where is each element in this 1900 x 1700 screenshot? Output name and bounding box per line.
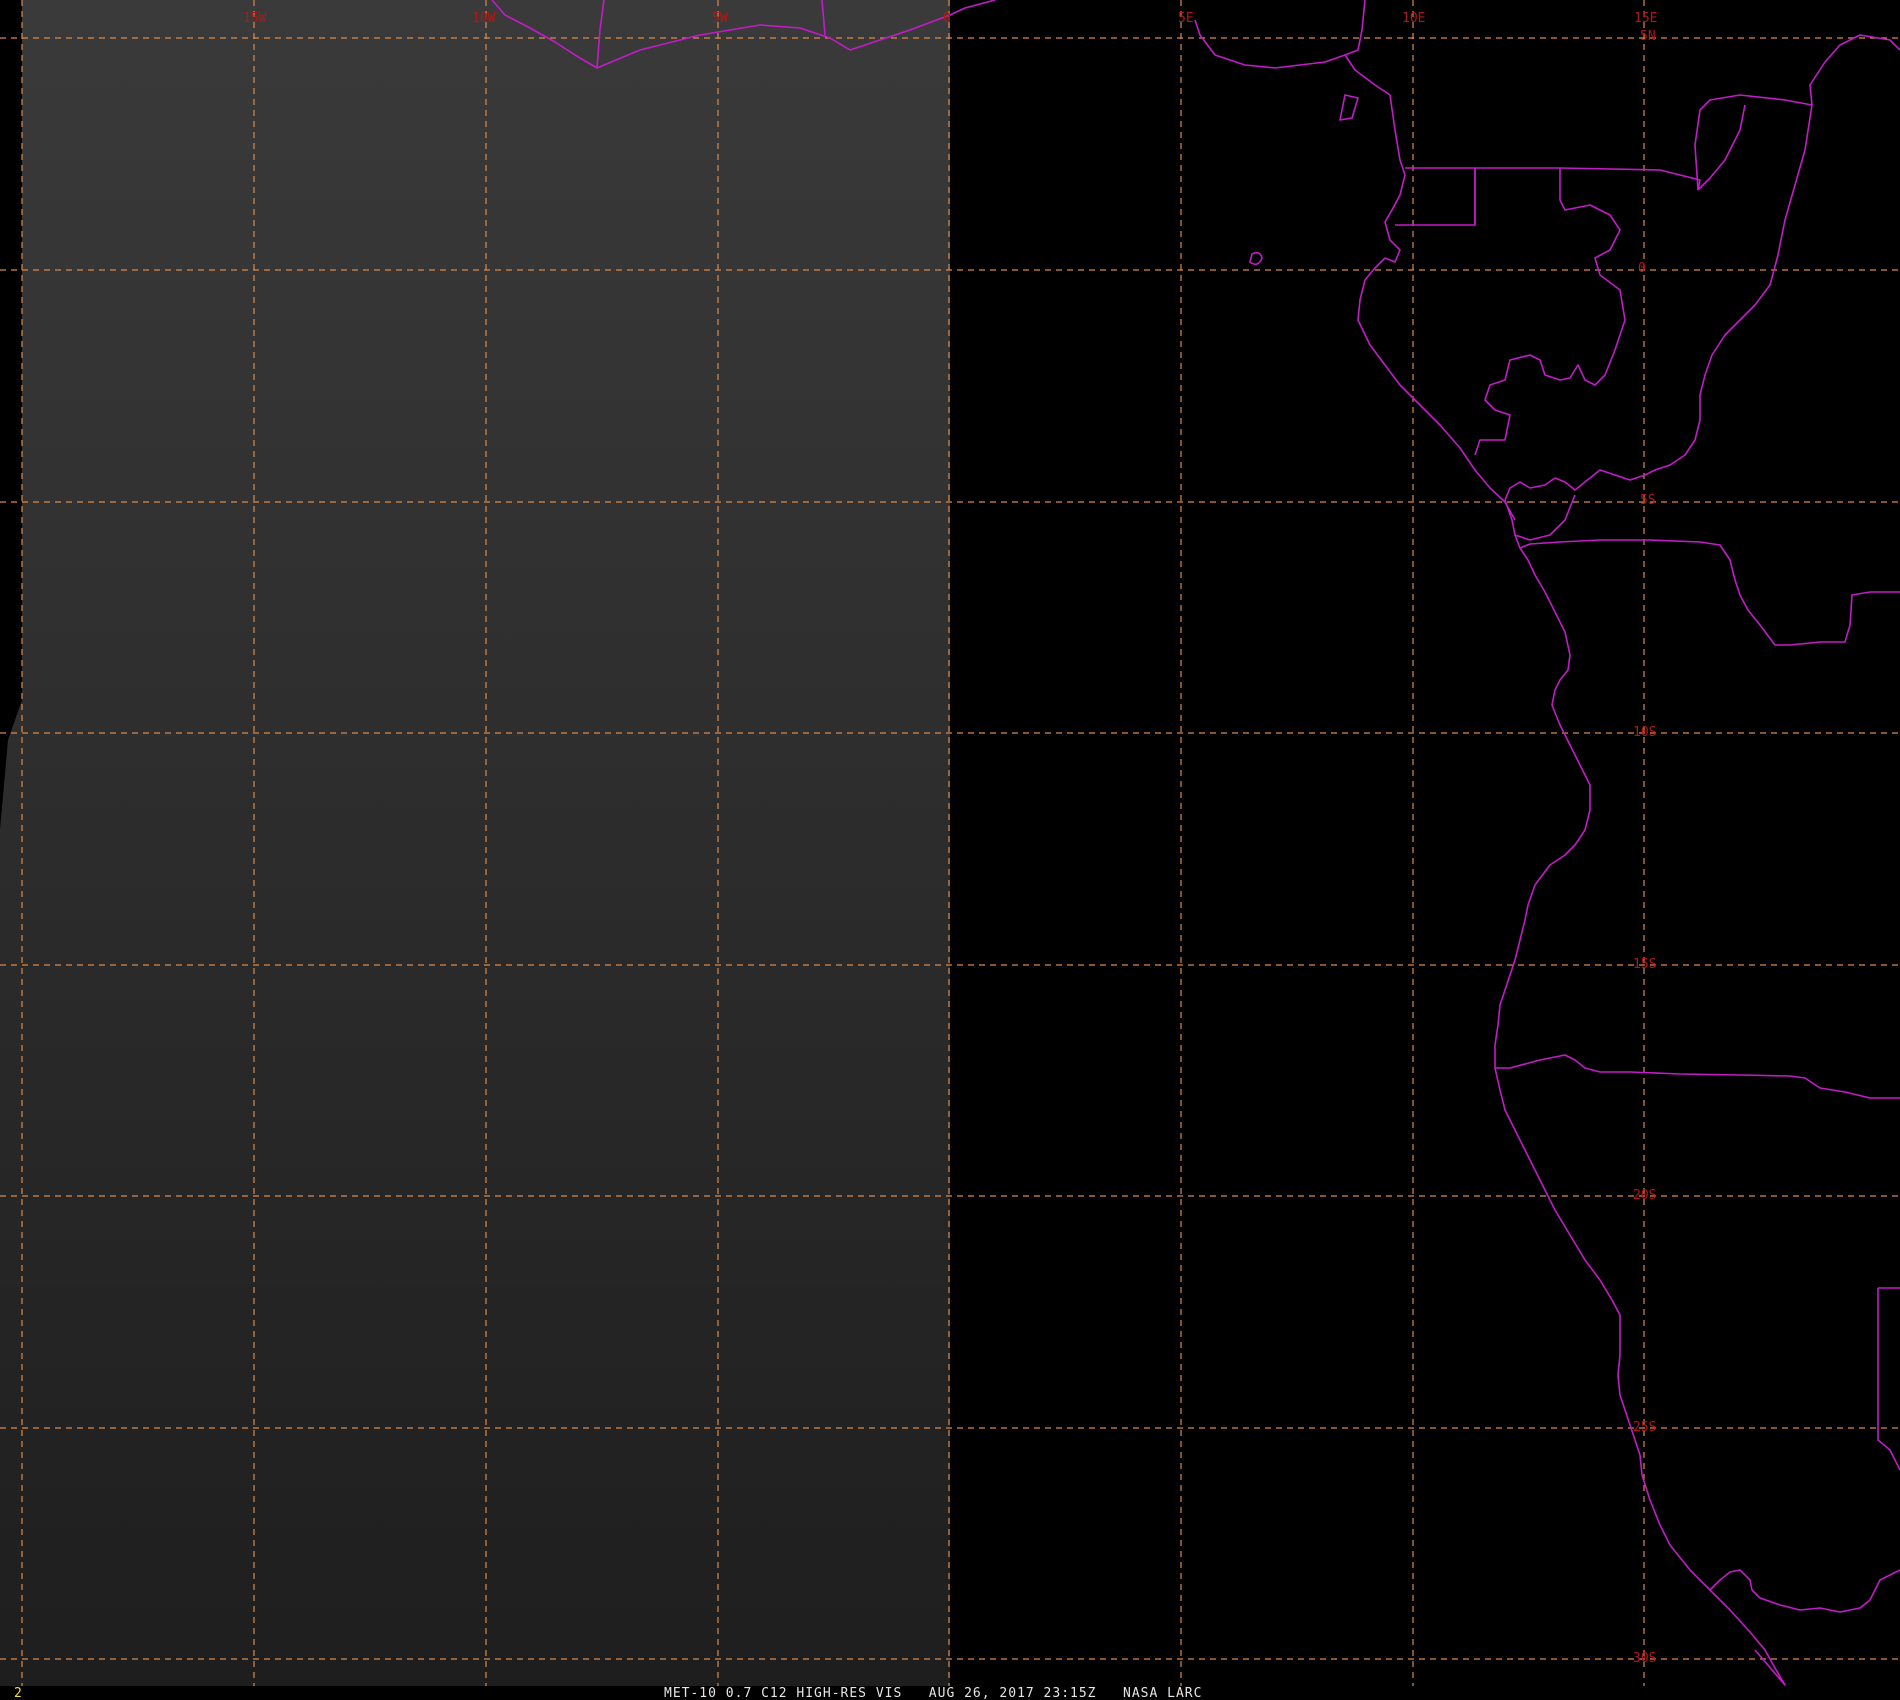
lat-label-10s: 10S [1633,725,1656,740]
angola-drc-border [1519,539,1900,646]
lat-label-0: 0 [1638,261,1646,276]
lon-label-5e: 5E [1178,11,1194,26]
lon-label-10w: 10W [472,11,496,26]
lon-label-5w: 5W [712,11,728,26]
congo-north-border [1559,167,1701,191]
sao-tome-island [1249,251,1263,266]
cameroon-car-border [1697,104,1746,191]
orange-river-border [1709,1569,1900,1613]
lon-label-15e: 15E [1634,11,1657,26]
namibia-coast [1494,1067,1643,1476]
lat-label-20s: 20S [1633,1188,1656,1203]
gabon-coast [1357,257,1516,521]
botswana-border-2 [1877,1288,1900,1471]
sunlit-region [0,0,950,1686]
bioko-island [1339,94,1359,121]
frame-number: 2 [14,1686,22,1700]
drc-congo-river [1504,104,1813,501]
angola-namibia-border [1495,1054,1900,1099]
nigeria-coast [1194,0,1366,69]
angola-coast [1494,534,1591,1068]
gabon-congo-border [1474,167,1626,456]
south-africa-coast [1641,1474,1786,1686]
lat-label-15s: 15S [1633,957,1656,972]
lon-label-0: 0 [943,11,951,26]
lat-label-30s: 30S [1633,1651,1656,1666]
lat-label-25s: 25S [1633,1420,1656,1435]
satellite-map-view: 15W 10W 5W 0 5E 10E 15E 5N 0 5S 10S 15S … [0,0,1900,1700]
lat-label-5n: 5N [1640,29,1656,44]
equatorial-guinea-border [1395,167,1476,226]
lon-label-10e: 10E [1402,11,1425,26]
image-caption: MET-10 0.7 C12 HIGH-RES VIS AUG 26, 2017… [664,1686,1202,1700]
car-border [1694,34,1900,191]
map-canvas: 15W 10W 5W 0 5E 10E 15E 5N 0 5S 10S 15S … [0,0,1900,1700]
lon-label-15w: 15W [243,11,267,26]
lat-label-5s: 5S [1640,493,1656,508]
cameroon-coast [1344,54,1406,263]
latitude-labels: 5N 0 5S 10S 15S 20S 25S 30S [1633,29,1656,1666]
